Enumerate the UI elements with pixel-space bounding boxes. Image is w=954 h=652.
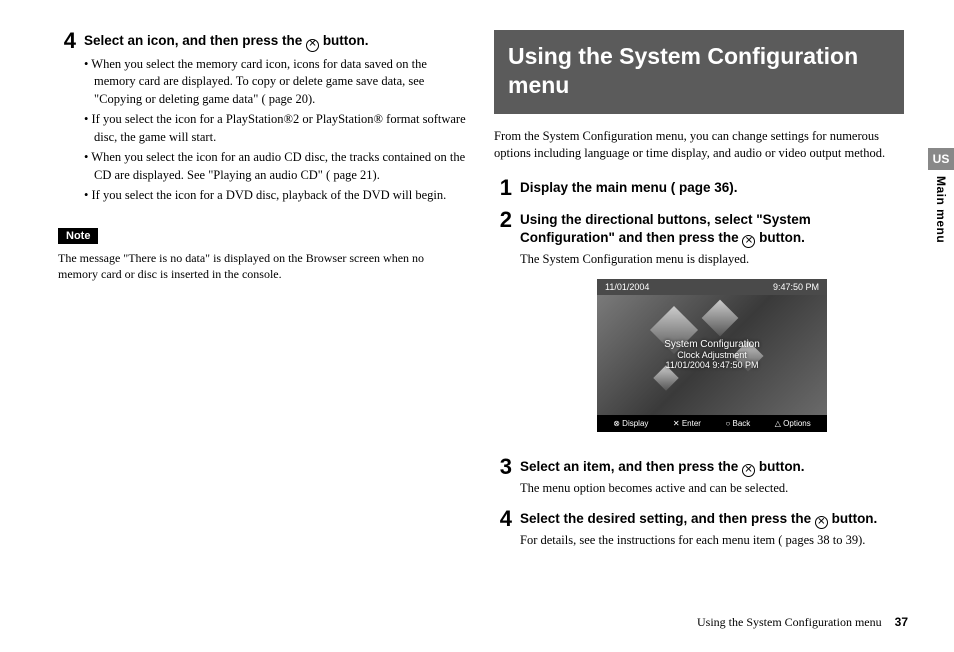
title-part-b: button. — [755, 230, 804, 245]
screenshot-body: System Configuration Clock Adjustment 11… — [597, 295, 827, 415]
step-body: Display the main menu ( page 36). — [520, 177, 904, 199]
page-container: 4 Select an icon, and then press the but… — [0, 0, 954, 652]
right-step-2: 2 Using the directional buttons, select … — [494, 209, 904, 446]
title-part-a: Select the desired setting, and then pre… — [520, 511, 815, 526]
bullet-item: When you select the memory card icon, ic… — [84, 56, 466, 109]
screenshot-btn: ✕ Enter — [673, 419, 701, 428]
screenshot-header: 11/01/2004 9:47:50 PM — [597, 279, 827, 295]
step-body: Using the directional buttons, select "S… — [520, 209, 904, 446]
step-number: 3 — [494, 456, 512, 498]
note-label: Note — [58, 228, 98, 244]
screenshot-date: 11/01/2004 — [605, 282, 649, 292]
bullet-item: If you select the icon for a DVD disc, p… — [84, 187, 466, 205]
section-header: Using the System Configuration menu — [494, 30, 904, 114]
cube-graphic — [702, 299, 739, 336]
screenshot-btn: ○ Back — [725, 419, 750, 428]
bullet-item: When you select the icon for an audio CD… — [84, 149, 466, 184]
step-body-text: The System Configuration menu is display… — [520, 251, 904, 269]
step-number: 2 — [494, 209, 512, 446]
title-part-a: Select an icon, and then press the — [84, 33, 306, 48]
step-title: Select an icon, and then press the butto… — [84, 32, 466, 52]
intro-text: From the System Configuration menu, you … — [494, 128, 904, 163]
step-body-text: For details, see the instructions for ea… — [520, 532, 904, 550]
screenshot-label-1: System Configuration — [664, 339, 760, 350]
right-step-4: 4 Select the desired setting, and then p… — [494, 508, 904, 550]
screenshot-btn: △ Options — [775, 419, 811, 428]
x-button-icon — [742, 464, 755, 477]
screenshot-label-3: 11/01/2004 9:47:50 PM — [666, 360, 759, 370]
step-body-text: The menu option becomes active and can b… — [520, 480, 904, 498]
note-block: Note The message "There is no data" is d… — [58, 218, 466, 282]
step-title: Using the directional buttons, select "S… — [520, 211, 904, 249]
page-number: 37 — [895, 615, 908, 629]
step-number: 4 — [58, 30, 76, 208]
region-badge: US — [928, 148, 954, 170]
step-number: 1 — [494, 177, 512, 199]
screenshot-label-2: Clock Adjustment — [677, 350, 747, 360]
title-part-b: button. — [755, 459, 804, 474]
side-tab: US Main menu — [928, 148, 954, 243]
title-part-a: Select an item, and then press the — [520, 459, 742, 474]
step-body: Select the desired setting, and then pre… — [520, 508, 904, 550]
screenshot-btn: ⊗ Display — [613, 419, 648, 428]
left-column: 4 Select an icon, and then press the but… — [58, 30, 466, 632]
bullet-item: If you select the icon for a PlayStation… — [84, 111, 466, 146]
screenshot-footer: ⊗ Display ✕ Enter ○ Back △ Options — [597, 415, 827, 432]
title-part-b: button. — [319, 33, 368, 48]
right-step-3: 3 Select an item, and then press the but… — [494, 456, 904, 498]
screenshot-time: 9:47:50 PM — [773, 282, 819, 292]
bullet-list: When you select the memory card icon, ic… — [84, 56, 466, 205]
step-title: Select an item, and then press the butto… — [520, 458, 904, 478]
step-number: 4 — [494, 508, 512, 550]
step-title: Display the main menu ( page 36). — [520, 179, 904, 197]
x-button-icon — [742, 235, 755, 248]
step-title: Select the desired setting, and then pre… — [520, 510, 904, 530]
section-label-vertical: Main menu — [934, 176, 948, 243]
right-step-1: 1 Display the main menu ( page 36). — [494, 177, 904, 199]
x-button-icon — [815, 516, 828, 529]
step-body: Select an item, and then press the butto… — [520, 456, 904, 498]
config-menu-screenshot: 11/01/2004 9:47:50 PM System Configurati… — [597, 279, 827, 432]
page-footer: Using the System Configuration menu 37 — [697, 615, 908, 630]
title-part-b: button. — [828, 511, 877, 526]
right-column: Using the System Configuration menu From… — [494, 30, 904, 632]
footer-title: Using the System Configuration menu — [697, 615, 882, 629]
left-step-4: 4 Select an icon, and then press the but… — [58, 30, 466, 208]
x-button-icon — [306, 39, 319, 52]
step-body: Select an icon, and then press the butto… — [84, 30, 466, 208]
note-text: The message "There is no data" is displa… — [58, 250, 466, 282]
